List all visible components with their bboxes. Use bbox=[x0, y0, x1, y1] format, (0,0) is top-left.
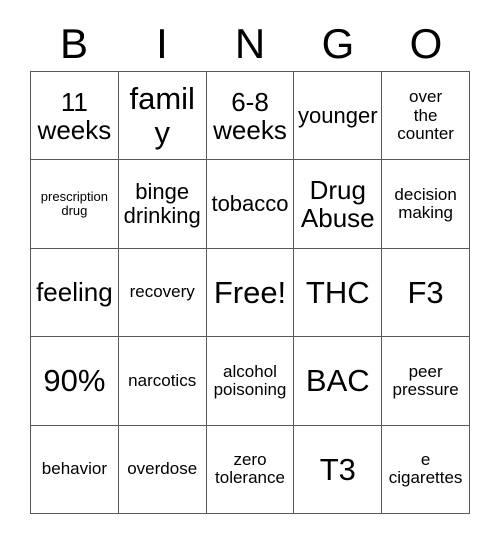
bingo-grid: 11 weeks family 6-8 weeks younger over the count… bbox=[30, 71, 470, 514]
bingo-cell-r4c2[interactable]: narcotics bbox=[118, 337, 207, 426]
bingo-cell-label: over the counter bbox=[397, 87, 454, 143]
bingo-cell-label: younger bbox=[298, 102, 378, 128]
bingo-cell-label: family bbox=[129, 81, 195, 150]
bingo-cell-r5c4[interactable]: T3 bbox=[294, 425, 383, 514]
bingo-cell-label: overdose bbox=[127, 459, 198, 479]
bingo-cell-label: Free! bbox=[213, 274, 287, 310]
bingo-cell-r5c3[interactable]: zero tolerance bbox=[206, 425, 295, 514]
bingo-cell-r1c1[interactable]: 11 weeks bbox=[31, 72, 119, 161]
bingo-cell-r5c1[interactable]: behavior bbox=[31, 425, 119, 514]
bingo-cell-label: prescription drug bbox=[40, 189, 108, 219]
bingo-cell-r4c5[interactable]: peer pressure bbox=[382, 337, 470, 426]
bingo-cell-label: 6-8 weeks bbox=[213, 86, 287, 145]
bingo-cell-label: binge drinking bbox=[123, 179, 201, 229]
bingo-cell-r2c1[interactable]: prescription drug bbox=[31, 160, 119, 249]
bingo-free-space[interactable]: Free! bbox=[206, 248, 295, 338]
bingo-cell-r4c3[interactable]: alcohol poisoning bbox=[206, 337, 295, 426]
bingo-cell-label: 90% bbox=[43, 363, 106, 399]
bingo-cell-r2c3[interactable]: tobacco bbox=[206, 160, 295, 249]
bingo-cell-label: narcotics bbox=[128, 370, 197, 390]
bingo-header-letter-b: B bbox=[59, 19, 88, 67]
bingo-header-letter-o: O bbox=[409, 19, 443, 67]
bingo-cell-r1c3[interactable]: 6-8 weeks bbox=[206, 72, 295, 161]
bingo-cell-r2c2[interactable]: binge drinking bbox=[118, 160, 207, 249]
bingo-header-letter-g: G bbox=[321, 19, 355, 67]
bingo-header-row: BINGO bbox=[30, 16, 470, 71]
bingo-cell-r3c1[interactable]: feeling bbox=[31, 248, 119, 338]
bingo-cell-r5c5[interactable]: e cigarettes bbox=[382, 425, 470, 514]
bingo-cell-r1c5[interactable]: over the counter bbox=[382, 72, 470, 161]
bingo-cell-label: feeling bbox=[36, 277, 113, 308]
bingo-cell-label: decision making bbox=[394, 184, 457, 223]
bingo-cell-r2c4[interactable]: Drug Abuse bbox=[294, 160, 383, 249]
bingo-cell-r3c5[interactable]: F3 bbox=[382, 248, 470, 338]
bingo-cell-r1c2[interactable]: family bbox=[118, 72, 207, 161]
bingo-cell-r2c5[interactable]: decision making bbox=[382, 160, 470, 249]
bingo-cell-label: T3 bbox=[319, 451, 356, 487]
bingo-card: B I N G O 11 weeks family 6-8 weeks younger over th… bbox=[0, 0, 500, 544]
bingo-cell-label: BAC bbox=[305, 363, 370, 399]
bingo-cell-r5c2[interactable]: overdose bbox=[118, 425, 207, 514]
bingo-cell-label: THC bbox=[305, 274, 370, 310]
bingo-cell-label: tobacco bbox=[211, 191, 289, 217]
bingo-cell-label: recovery bbox=[129, 282, 195, 302]
bingo-cell-r4c1[interactable]: 90% bbox=[31, 337, 119, 426]
bingo-cell-label: alcohol poisoning bbox=[213, 361, 287, 399]
bingo-cell-label: zero tolerance bbox=[215, 449, 285, 488]
bingo-cell-label: peer pressure bbox=[392, 361, 459, 399]
bingo-cell-r3c2[interactable]: recovery bbox=[118, 248, 207, 338]
bingo-header-letter-n: N bbox=[234, 19, 266, 67]
bingo-cell-label: Drug Abuse bbox=[300, 175, 375, 234]
bingo-cell-label: behavior bbox=[41, 459, 107, 479]
bingo-header-letter-i: I bbox=[156, 19, 168, 67]
bingo-cell-label: 11 weeks bbox=[37, 86, 112, 145]
bingo-cell-r1c4[interactable]: younger bbox=[294, 72, 383, 161]
bingo-cell-r3c4[interactable]: THC bbox=[294, 248, 383, 338]
bingo-cell-label: F3 bbox=[407, 274, 444, 310]
bingo-cell-r4c4[interactable]: BAC bbox=[294, 337, 383, 426]
bingo-cell-label: e cigarettes bbox=[388, 449, 463, 488]
